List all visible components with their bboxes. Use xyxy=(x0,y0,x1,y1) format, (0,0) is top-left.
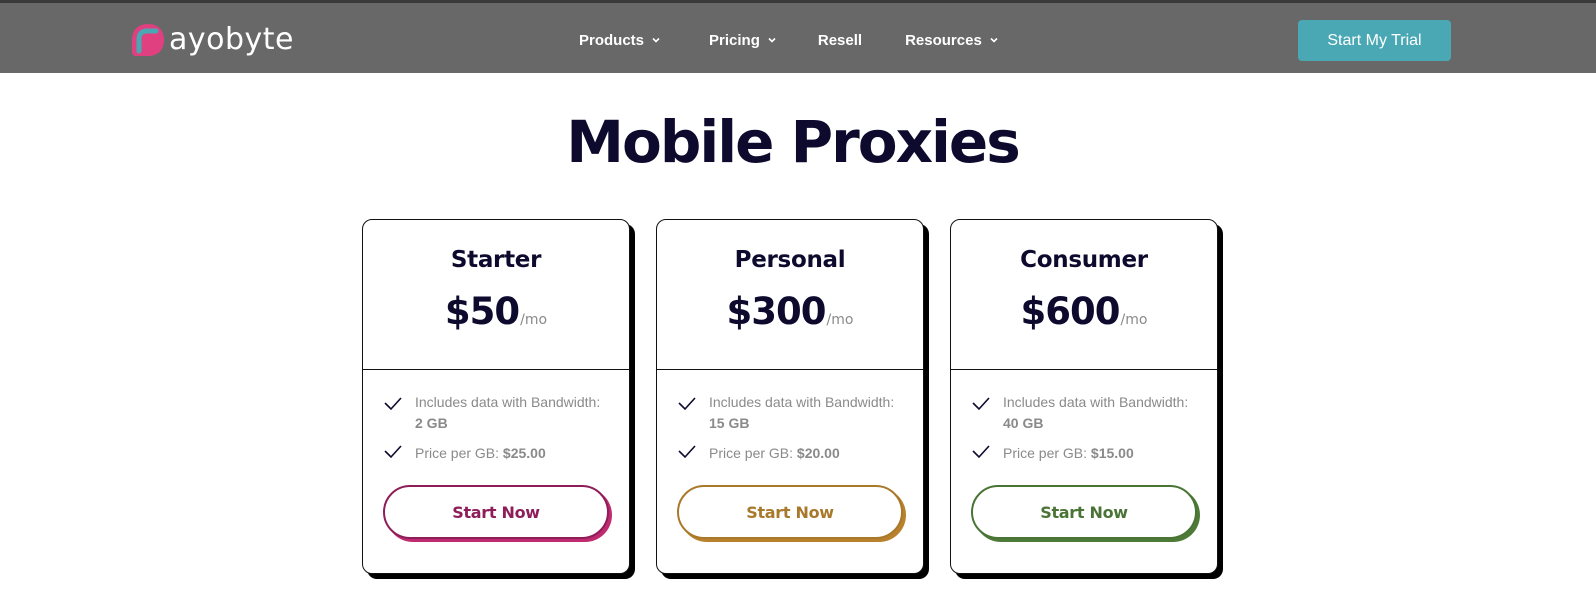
price-row: $50 /mo xyxy=(363,289,629,335)
feature-price-per-gb: Price per GB: $25.00 xyxy=(383,443,609,464)
feature-label: Includes data with Bandwidth: xyxy=(709,394,895,410)
plan-card-personal: Personal $300 /mo Includes data with Ban… xyxy=(656,219,924,574)
feature-value: $15.00 xyxy=(1090,445,1134,461)
chevron-down-icon xyxy=(768,36,776,44)
feature-price-per-gb: Price per GB: $15.00 xyxy=(971,443,1197,464)
plan-card-consumer: Consumer $600 /mo Includes data with Ban… xyxy=(950,219,1218,574)
price-period: /mo xyxy=(1120,312,1148,328)
check-icon xyxy=(677,393,697,413)
feature-text: Price per GB: $20.00 xyxy=(709,443,840,464)
chevron-down-icon xyxy=(652,36,660,44)
feature-list: Includes data with Bandwidth: 15 GB Pric… xyxy=(657,370,923,464)
feature-value: 40 GB xyxy=(1003,415,1044,431)
feature-value: $20.00 xyxy=(796,445,840,461)
price-period: /mo xyxy=(520,312,548,328)
check-icon xyxy=(971,441,991,461)
start-now-button-consumer[interactable]: Start Now xyxy=(971,485,1197,539)
logo-text: ayobyte xyxy=(169,22,295,57)
feature-text: Price per GB: $25.00 xyxy=(415,443,546,464)
nav-products[interactable]: Products xyxy=(579,32,660,49)
feature-list: Includes data with Bandwidth: 2 GB Price… xyxy=(363,370,629,464)
logo[interactable]: ayobyte xyxy=(130,22,294,58)
plan-name: Personal xyxy=(734,247,846,273)
plan-price: $300 xyxy=(726,290,827,333)
plan-header: Personal $300 /mo xyxy=(657,220,923,370)
nav-resell[interactable]: Resell xyxy=(818,32,862,49)
feature-label: Includes data with Bandwidth: xyxy=(1003,394,1189,410)
check-icon xyxy=(383,393,403,413)
nav-pricing-label: Pricing xyxy=(709,31,760,49)
start-now-button-personal[interactable]: Start Now xyxy=(677,485,903,539)
feature-text: Includes data with Bandwidth: 15 GB xyxy=(709,392,903,434)
plan-header: Starter $50 /mo xyxy=(363,220,629,370)
page-title: Mobile Proxies xyxy=(566,108,1020,176)
feature-bandwidth: Includes data with Bandwidth: 40 GB xyxy=(971,392,1197,434)
feature-text: Includes data with Bandwidth: 40 GB xyxy=(1003,392,1197,434)
feature-label: Includes data with Bandwidth: xyxy=(415,394,601,410)
nav-resources[interactable]: Resources xyxy=(905,32,998,49)
nav-pricing[interactable]: Pricing xyxy=(709,32,776,49)
feature-value: 15 GB xyxy=(709,415,750,431)
start-trial-button[interactable]: Start My Trial xyxy=(1298,20,1451,61)
start-now-button-starter[interactable]: Start Now xyxy=(383,485,609,539)
feature-list: Includes data with Bandwidth: 40 GB Pric… xyxy=(951,370,1217,464)
plan-name: Starter xyxy=(450,247,542,273)
main-nav: Products Pricing Resell Resources xyxy=(579,27,998,53)
chevron-down-icon xyxy=(990,36,998,44)
plan-card-starter: Starter $50 /mo Includes data with Bandw… xyxy=(362,219,630,574)
nav-resources-label: Resources xyxy=(905,31,982,49)
nav-products-label: Products xyxy=(579,31,645,49)
check-icon xyxy=(677,441,697,461)
feature-label: Price per GB: xyxy=(1003,445,1091,461)
price-row: $300 /mo xyxy=(657,289,923,335)
check-icon xyxy=(971,393,991,413)
feature-text: Includes data with Bandwidth: 2 GB xyxy=(415,392,609,434)
feature-label: Price per GB: xyxy=(709,445,797,461)
logo-mark-icon xyxy=(130,22,166,58)
plan-header: Consumer $600 /mo xyxy=(951,220,1217,370)
plan-name: Consumer xyxy=(1020,247,1148,273)
feature-text: Price per GB: $15.00 xyxy=(1003,443,1134,464)
feature-price-per-gb: Price per GB: $20.00 xyxy=(677,443,903,464)
feature-value: $25.00 xyxy=(502,445,546,461)
feature-value: 2 GB xyxy=(415,415,448,431)
price-row: $600 /mo xyxy=(951,289,1217,335)
nav-resell-label: Resell xyxy=(817,31,863,49)
feature-bandwidth: Includes data with Bandwidth: 15 GB xyxy=(677,392,903,434)
feature-label: Price per GB: xyxy=(415,445,503,461)
navbar: ayobyte Products Pricing Resell Resource… xyxy=(0,3,1596,73)
price-period: /mo xyxy=(826,312,854,328)
check-icon xyxy=(383,441,403,461)
feature-bandwidth: Includes data with Bandwidth: 2 GB xyxy=(383,392,609,434)
plan-price: $50 xyxy=(444,290,520,333)
plan-price: $600 xyxy=(1020,290,1121,333)
